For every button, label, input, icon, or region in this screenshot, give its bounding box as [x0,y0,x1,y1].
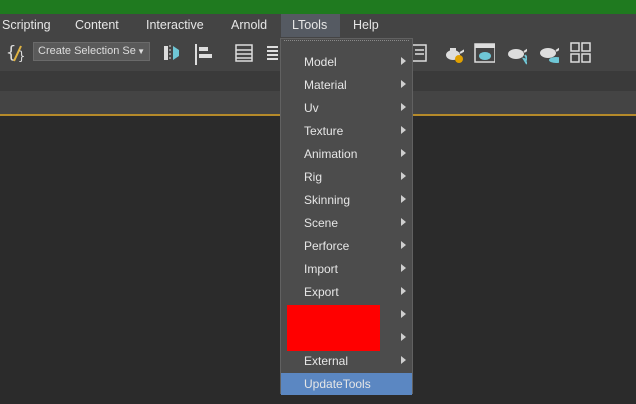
menu-item-model[interactable]: Model [281,51,412,73]
submenu-arrow-icon [401,126,406,134]
menu-item-texture[interactable]: Texture [281,120,412,142]
menu-item-label: Texture [304,124,344,138]
menu-item-rig[interactable]: Rig [281,166,412,188]
menu-item-label: Skinning [304,193,351,207]
menu-item-label: Rig [304,170,323,184]
render-cloud-icon[interactable] [537,41,559,65]
menu-item-perforce[interactable]: Perforce [281,235,412,257]
align-icon[interactable] [193,41,215,65]
viewport-layout-icon[interactable] [569,41,591,65]
menu-ltools[interactable]: LTools [281,14,340,37]
menu-item-skinning[interactable]: Skinning [281,189,412,211]
submenu-arrow-icon [401,287,406,295]
submenu-arrow-icon [401,172,406,180]
menu-bar: Scripting Content Interactive Arnold LTo… [0,14,636,37]
submenu-arrow-icon [401,80,406,88]
menu-content[interactable]: Content [75,14,119,37]
render-teapot-icon[interactable] [442,41,464,65]
menu-item-label: Material [304,78,347,92]
chevron-down-icon: ▼ [137,47,145,56]
tear-off-line[interactable] [284,40,409,41]
selection-set-combo[interactable]: Create Selection Se ▼ [33,42,150,61]
menu-item-uv[interactable]: Uv [281,97,412,119]
menu-item-label: External [304,354,349,368]
submenu-arrow-icon [401,218,406,226]
menu-item-export[interactable]: Export [281,281,412,303]
mirror-icon[interactable] [160,41,182,65]
submenu-arrow-icon [401,241,406,249]
submenu-arrow-icon [401,356,406,364]
selection-set-value: Create Selection Se [38,45,136,57]
menu-scripting[interactable]: Scripting [2,14,51,37]
menu-item-label: Perforce [304,239,350,253]
redaction-box [287,305,380,351]
menu-item-import[interactable]: Import [281,258,412,280]
script-brace-icon[interactable]: { } [4,41,26,65]
menu-help[interactable]: Help [353,14,379,37]
render-setup-icon[interactable] [412,41,434,65]
svg-text:}: } [18,49,25,63]
menu-item-updatetools[interactable]: UpdateTools [281,373,412,395]
menu-item-material[interactable]: Material [281,74,412,96]
submenu-arrow-icon [401,264,406,272]
menu-item-external[interactable]: External [281,350,412,372]
menu-item-label: Scene [304,216,339,230]
layer-list-icon[interactable] [233,41,255,65]
menu-item-label: Export [304,285,339,299]
menu-item-label: Animation [304,147,358,161]
submenu-arrow-icon [401,103,406,111]
menu-interactive[interactable]: Interactive [146,14,204,37]
ltools-dropdown-menu: Model Material Uv Texture Animation Rig … [280,38,413,395]
submenu-arrow-icon [401,333,406,341]
render-frame-icon[interactable] [473,41,495,65]
submenu-arrow-icon [401,310,406,318]
submenu-arrow-icon [401,195,406,203]
menu-item-animation[interactable]: Animation [281,143,412,165]
menu-item-label: Uv [304,101,319,115]
menu-item-label: UpdateTools [304,377,371,391]
menu-item-label: Model [304,55,337,69]
render-active-icon[interactable] [505,41,527,65]
menu-arnold[interactable]: Arnold [231,14,267,37]
title-bar [0,0,636,14]
menu-item-label: Import [304,262,339,276]
submenu-arrow-icon [401,149,406,157]
submenu-arrow-icon [401,57,406,65]
menu-item-scene[interactable]: Scene [281,212,412,234]
